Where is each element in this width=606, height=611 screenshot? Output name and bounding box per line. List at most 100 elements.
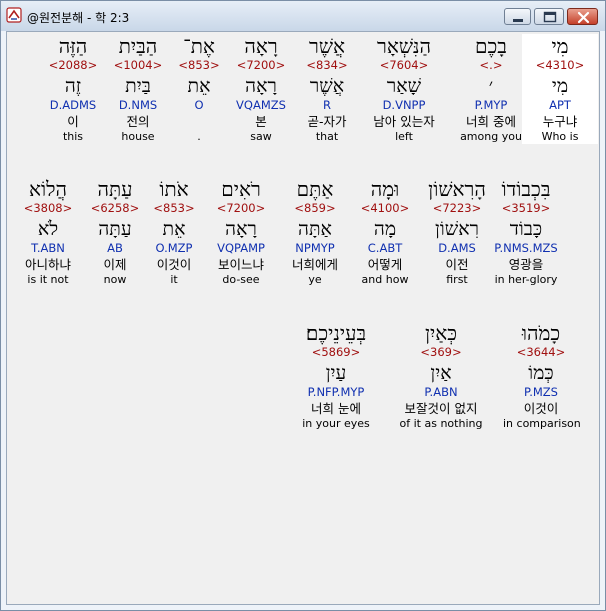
word-cell[interactable]: הַבַּיִת <1004> בַּיִת D.NMS 전의 house <box>100 34 176 144</box>
morphology-code: NPMYP <box>295 241 335 255</box>
english-gloss: in her-glory <box>494 273 558 286</box>
word-cell[interactable]: וּמָה <4100> מָה C.ABT 어떻게 and how <box>347 177 423 287</box>
english-gloss: left <box>395 130 413 143</box>
korean-gloss: 보잘것이 없지 <box>404 401 478 416</box>
minimize-button[interactable] <box>504 8 531 25</box>
hebrew-word: מִי <box>551 34 569 58</box>
app-logo-icon <box>6 7 22 23</box>
strong-number: <7604> <box>379 58 429 72</box>
word-cell[interactable]: הֲלוֹא <3808> לֹא T.ABN 아니하냐 is it not <box>10 177 86 287</box>
english-gloss: first <box>446 273 468 286</box>
lemma: ׳ <box>488 75 494 97</box>
morphology-code: D.VNPP <box>382 98 426 112</box>
korean-gloss: 이전 <box>445 257 469 272</box>
english-gloss: and how <box>361 273 409 286</box>
lemma: בַּיִת <box>125 75 151 97</box>
morphology-code: APT <box>549 98 571 112</box>
hebrew-word: הֲלוֹא <box>29 177 67 201</box>
strong-number: <369> <box>420 345 462 359</box>
lemma: אַתָּה <box>298 218 332 240</box>
english-gloss: do-see <box>222 273 260 286</box>
strong-number: <834> <box>306 58 348 72</box>
hebrew-word: וּמָה <box>370 177 400 201</box>
maximize-button[interactable] <box>534 8 564 25</box>
word-cell[interactable]: מִי <4310> מִי APT 누구냐 Who is <box>522 34 598 144</box>
strong-number: <3808> <box>23 201 73 215</box>
korean-gloss: 아니하냐 <box>24 257 71 272</box>
strong-number: <.> <box>479 58 503 72</box>
word-cell[interactable]: בָכֶם <.> ׳ P.MYP 너희 중에 among you <box>453 34 529 144</box>
window-title: @원전분해 - 학 2:3 <box>27 11 130 25</box>
hebrew-word: אֲשֶׁר <box>309 34 345 58</box>
morphology-code: P.MYP <box>474 98 508 112</box>
hebrew-word: הָרִאשׁוֹן <box>428 177 486 201</box>
korean-gloss: 누구냐 <box>542 114 578 129</box>
morphology-code: VQPAMP <box>217 241 265 255</box>
word-cell[interactable]: כָמֹהוּ <3644> כְּמוֹ P.MZS 이것이 in compa… <box>503 321 581 431</box>
english-gloss: ye <box>308 273 322 286</box>
morphology-code: P.ABN <box>424 385 458 399</box>
morphology-code: P.MZS <box>524 385 558 399</box>
english-gloss: house <box>121 130 155 143</box>
lemma: כְּמוֹ <box>528 362 554 384</box>
strong-number: <3644> <box>516 345 566 359</box>
english-gloss: that <box>315 130 339 143</box>
lemma: רִאשׁוֹן <box>435 218 479 240</box>
strong-number: <4310> <box>535 58 585 72</box>
word-cell[interactable]: הָרִאשׁוֹן <7223> רִאשׁוֹן D.AMS 이전 firs… <box>419 177 495 287</box>
word-cell[interactable]: הַנִּשְׁאָר <7604> שָׁאַר D.VNPP 남아 있는자 … <box>366 34 442 144</box>
strong-number: <6258> <box>90 201 140 215</box>
morphology-code: D.AMS <box>438 241 476 255</box>
lemma: עַיִן <box>325 362 347 384</box>
word-cell[interactable]: כְּאַיִן <369> אַיִן P.ABN 보잘것이 없지 of it… <box>391 321 491 431</box>
lemma: אֲשֶׁר <box>309 75 345 97</box>
word-cell[interactable]: הַזֶּה <2088> זֶה D.ADMS 이 this <box>35 34 111 144</box>
hebrew-word: אַתֶּם <box>296 177 334 201</box>
close-button[interactable] <box>567 8 598 25</box>
korean-gloss: 영광을 <box>508 257 544 272</box>
korean-gloss: 너희에게 <box>291 257 338 272</box>
english-gloss: in comparison <box>503 417 581 430</box>
lemma: אַיִן <box>430 362 452 384</box>
morphology-code: C.ABT <box>367 241 403 255</box>
lemma: לֹא <box>37 218 59 240</box>
hebrew-word: הַבַּיִת <box>118 34 158 58</box>
lemma: מָה <box>373 218 397 240</box>
app-window: @원전분해 - 학 2:3 מִי <4310> מִי APT 누구냐 Who… <box>0 0 606 611</box>
lemma: רָאָה <box>225 218 257 240</box>
strong-number: <1004> <box>113 58 163 72</box>
word-cell[interactable]: רֹאִים <7200> רָאָה VQPAMP 보이느냐 do-see <box>203 177 279 287</box>
hebrew-word: עַתָּה <box>97 177 133 201</box>
english-gloss: in your eyes <box>302 417 370 430</box>
english-gloss: this <box>62 130 84 143</box>
hebrew-word: הַנִּשְׁאָר <box>377 34 431 58</box>
morphology-code: P.NMS.MZS <box>494 241 558 255</box>
close-icon <box>577 11 590 24</box>
strong-number: <859> <box>294 201 336 215</box>
strong-number: <4100> <box>360 201 410 215</box>
english-gloss: of it as nothing <box>399 417 483 430</box>
strong-number: <2088> <box>48 58 98 72</box>
strong-number: <7223> <box>432 201 482 215</box>
minimize-icon <box>513 19 523 22</box>
word-cell[interactable]: אֲשֶׁר <834> אֲשֶׁר R 곧-자가 that <box>289 34 365 144</box>
hebrew-word: כְּאַיִן <box>424 321 458 345</box>
title-bar[interactable]: @원전분해 - 학 2:3 <box>1 1 605 31</box>
english-gloss: is it not <box>27 273 69 286</box>
morphology-code: D.ADMS <box>49 98 97 112</box>
korean-gloss: 곧-자가 <box>307 114 347 129</box>
korean-gloss: 너희 눈에 <box>311 401 361 416</box>
morphology-code: AB <box>107 241 123 255</box>
korean-gloss: 이것이 <box>523 401 559 416</box>
hebrew-word: בָכֶם <box>475 34 507 58</box>
english-gloss: among you <box>460 130 522 143</box>
morphology-code: D.NMS <box>118 98 158 112</box>
word-cell[interactable]: אַתֶּם <859> אַתָּה NPMYP 너희에게 ye <box>277 177 353 287</box>
korean-gloss: 너희 중에 <box>466 114 516 129</box>
word-cell[interactable]: בִּכְבוֹדוֹ <3519> כָּבוֹד P.NMS.MZS 영광을… <box>488 177 564 287</box>
hebrew-word: הַזֶּה <box>58 34 88 58</box>
lemma: עַתָּה <box>98 218 132 240</box>
word-cell[interactable]: בְּעֵינֵיכֶם׃ <5869> עַיִן P.NFP.MYP 너희 … <box>291 321 381 431</box>
korean-gloss: 이 <box>67 114 79 129</box>
word-cell[interactable]: עַתָּה <6258> עַתָּה AB 이제 now <box>77 177 153 287</box>
